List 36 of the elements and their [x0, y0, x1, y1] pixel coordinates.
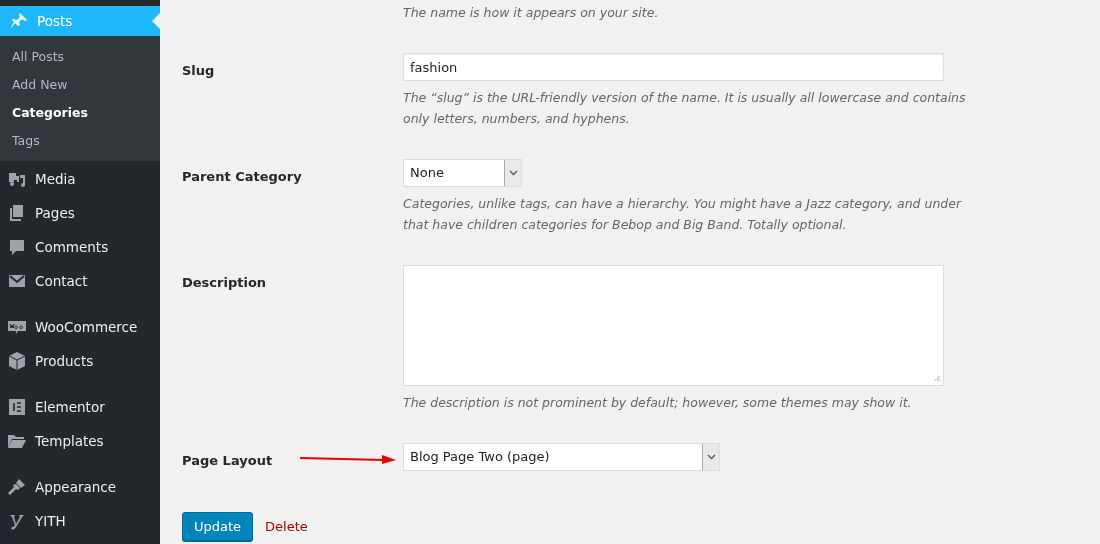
help-text: The description is not prominent by default; however, some themes may show it. [403, 394, 913, 412]
menu-item[interactable]: Appearance [0, 470, 160, 504]
submenu-item[interactable]: Categories [0, 99, 160, 127]
menu-item[interactable]: Comments [0, 230, 160, 264]
menu-item[interactable]: WooCommerce [0, 310, 160, 344]
description-textarea[interactable] [403, 265, 944, 386]
field-label: Slug [182, 62, 215, 80]
brush-icon [7, 477, 27, 497]
current-notch-icon [152, 13, 160, 29]
field-label: Page Layout [182, 452, 273, 470]
chevron-down-icon [508, 170, 518, 176]
help-text: The “slug” is the URL-friendly version of the name. It is usually all lowercase and contains only letters, numbers, and hyphens. [403, 89, 967, 128]
resize-grip-icon[interactable] [933, 375, 940, 382]
help-text: Categories, unlike tags, can have a hierarchy. You might have a Jazz category, and under that have children categories for Bebop and Big Band. Totally optional. [403, 195, 963, 234]
chevron-down-icon [706, 454, 716, 460]
menu-item[interactable]: Elementor [0, 390, 160, 424]
update-button[interactable]: Update [182, 512, 254, 541]
field-label: Description [182, 274, 267, 292]
submenu-item[interactable]: Tags [0, 127, 160, 155]
slug-input[interactable]: fashion [403, 53, 944, 81]
box-icon [7, 351, 27, 371]
elementor-logo-icon [7, 397, 27, 417]
dropdown[interactable]: None [403, 159, 522, 187]
submenu-item[interactable]: All Posts [0, 43, 160, 71]
menu-item[interactable]: YITH [0, 504, 160, 538]
help-text: The name is how it appears on your site. [403, 4, 660, 22]
dropdown[interactable]: Blog Page Two (page) [403, 443, 720, 471]
field-label: Parent Category [182, 168, 302, 186]
menu-item[interactable]: Contact [0, 264, 160, 298]
submenu-item[interactable]: Add New [0, 71, 160, 99]
menu-item[interactable]: Media [0, 162, 160, 196]
menu-item[interactable]: Templates [0, 424, 160, 458]
menu-item[interactable]: Products [0, 344, 160, 378]
speech-bubble-icon [7, 237, 27, 257]
delete-link[interactable]: Delete [265, 519, 308, 534]
menu-item[interactable]: Pages [0, 196, 160, 230]
